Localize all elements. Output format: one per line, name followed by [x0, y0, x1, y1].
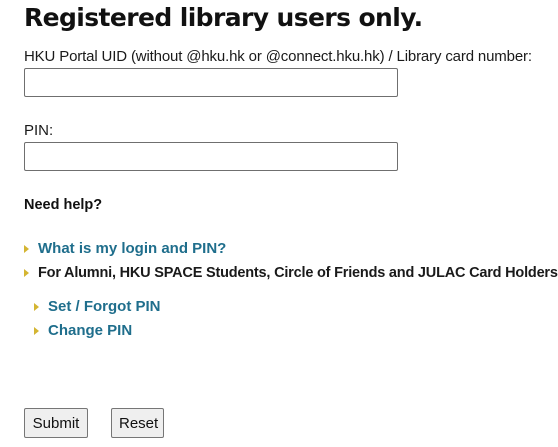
uid-input[interactable]: [24, 68, 398, 97]
pin-label: PIN:: [24, 122, 54, 139]
submit-button[interactable]: Submit: [24, 408, 88, 438]
reset-button[interactable]: Reset: [111, 408, 164, 438]
login-pin-link[interactable]: What is my login and PIN?: [38, 240, 226, 258]
help-item-alumni: For Alumni, HKU SPACE Students, Circle o…: [24, 264, 558, 282]
triangle-right-icon: [34, 327, 39, 335]
help-heading: Need help?: [24, 197, 103, 213]
triangle-right-icon: [24, 245, 29, 253]
set-forgot-pin-link[interactable]: Set / Forgot PIN: [48, 298, 161, 316]
help-item-login: What is my login and PIN?: [24, 240, 226, 258]
page-title: Registered library users only.: [24, 3, 423, 32]
help-item-set-pin: Set / Forgot PIN: [34, 298, 161, 316]
alumni-text: For Alumni, HKU SPACE Students, Circle o…: [38, 265, 558, 281]
uid-label: HKU Portal UID (without @hku.hk or @conn…: [24, 48, 532, 65]
pin-input[interactable]: [24, 142, 398, 171]
help-item-change-pin: Change PIN: [34, 322, 132, 340]
triangle-right-icon: [24, 269, 29, 277]
triangle-right-icon: [34, 303, 39, 311]
change-pin-link[interactable]: Change PIN: [48, 322, 132, 340]
